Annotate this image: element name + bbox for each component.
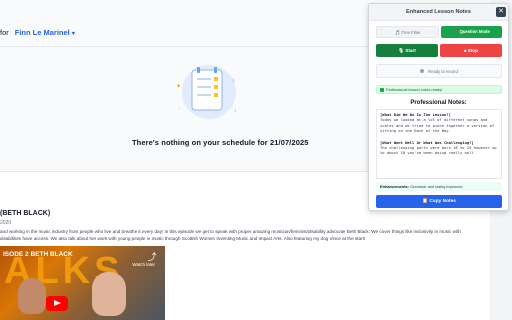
- episode-title: (BETH BLACK): [0, 210, 51, 217]
- share-icon[interactable]: ⤴: [145, 252, 159, 262]
- status-text: Ready to record: [428, 68, 458, 74]
- enhancements-note: Enhancements: Grammar and clarity improv…: [376, 182, 502, 191]
- video-person-right: [92, 272, 126, 316]
- notes-heading: Professional Notes:: [410, 100, 467, 106]
- schedule-empty-message: There's nothing on your schedule for 21/…: [132, 138, 309, 147]
- watch-later-label[interactable]: Watch later: [132, 262, 155, 267]
- status-dot-icon: [420, 69, 425, 73]
- record-controls: 🎙 Start ⏹ Stop: [376, 44, 502, 57]
- svg-text:✦: ✦: [176, 83, 181, 90]
- panel-title: Enhanced Lesson Notes: [406, 9, 471, 15]
- copy-notes-button[interactable]: 📋 Copy Notes: [376, 195, 502, 208]
- enhancements-value: Grammar and clarity improved: [410, 184, 463, 189]
- question-mode-button[interactable]: ❓ Question Mode: [441, 26, 502, 38]
- svg-text:♩: ♩: [178, 106, 183, 112]
- notes-ready-text: Professional lesson notes ready!: [386, 87, 443, 92]
- episode-description: and working in the music industry from p…: [0, 229, 461, 241]
- close-button[interactable]: ✕: [496, 7, 506, 17]
- notes-ready-banner: Professional lesson notes ready!: [376, 85, 502, 94]
- notes-textarea[interactable]: [What Did We Do In The Lesson?] Today we…: [376, 109, 502, 179]
- user-selector-row: for Finn Le Marinel ▾: [0, 28, 75, 37]
- user-dropdown[interactable]: Finn Le Marinel ▾: [15, 28, 75, 37]
- video-player[interactable]: ALKS ISODE 2 BETH BLACK ⤴ Watch later: [0, 246, 165, 320]
- user-name: Finn Le Marinel: [14, 28, 70, 37]
- play-button-icon[interactable]: [46, 296, 68, 311]
- recording-status: Ready to record: [376, 64, 502, 78]
- video-title[interactable]: ISODE 2 BETH BLACK: [3, 251, 73, 258]
- checkbox-icon: [380, 87, 384, 92]
- free-flow-button[interactable]: 🎵 Free Flow: [376, 26, 439, 38]
- notes-answer-1: Today we looked at a lot of different so…: [380, 117, 495, 134]
- empty-calendar-illustration: ✦ ♪ ♩ ♪: [176, 65, 237, 119]
- chevron-down-icon: ▾: [71, 31, 75, 37]
- episode-year: 2020: [0, 220, 12, 226]
- svg-text:♪: ♪: [232, 78, 235, 84]
- stop-button[interactable]: ⏹ Stop: [440, 44, 502, 57]
- video-person-left: [18, 278, 46, 314]
- panel-header: Enhanced Lesson Notes ✕: [369, 4, 508, 21]
- mode-selector: 🎵 Free Flow ❓ Question Mode: [376, 26, 502, 38]
- notes-answer-2: The challenging parts were bars 18 to 25…: [380, 145, 497, 156]
- svg-text:♪: ♪: [234, 108, 237, 114]
- enhancements-label: Enhancements:: [380, 184, 409, 189]
- for-label: for: [0, 28, 9, 37]
- lesson-notes-panel: Enhanced Lesson Notes ✕ 🎵 Free Flow ❓ Qu…: [368, 3, 509, 211]
- start-button[interactable]: 🎙 Start: [376, 44, 438, 57]
